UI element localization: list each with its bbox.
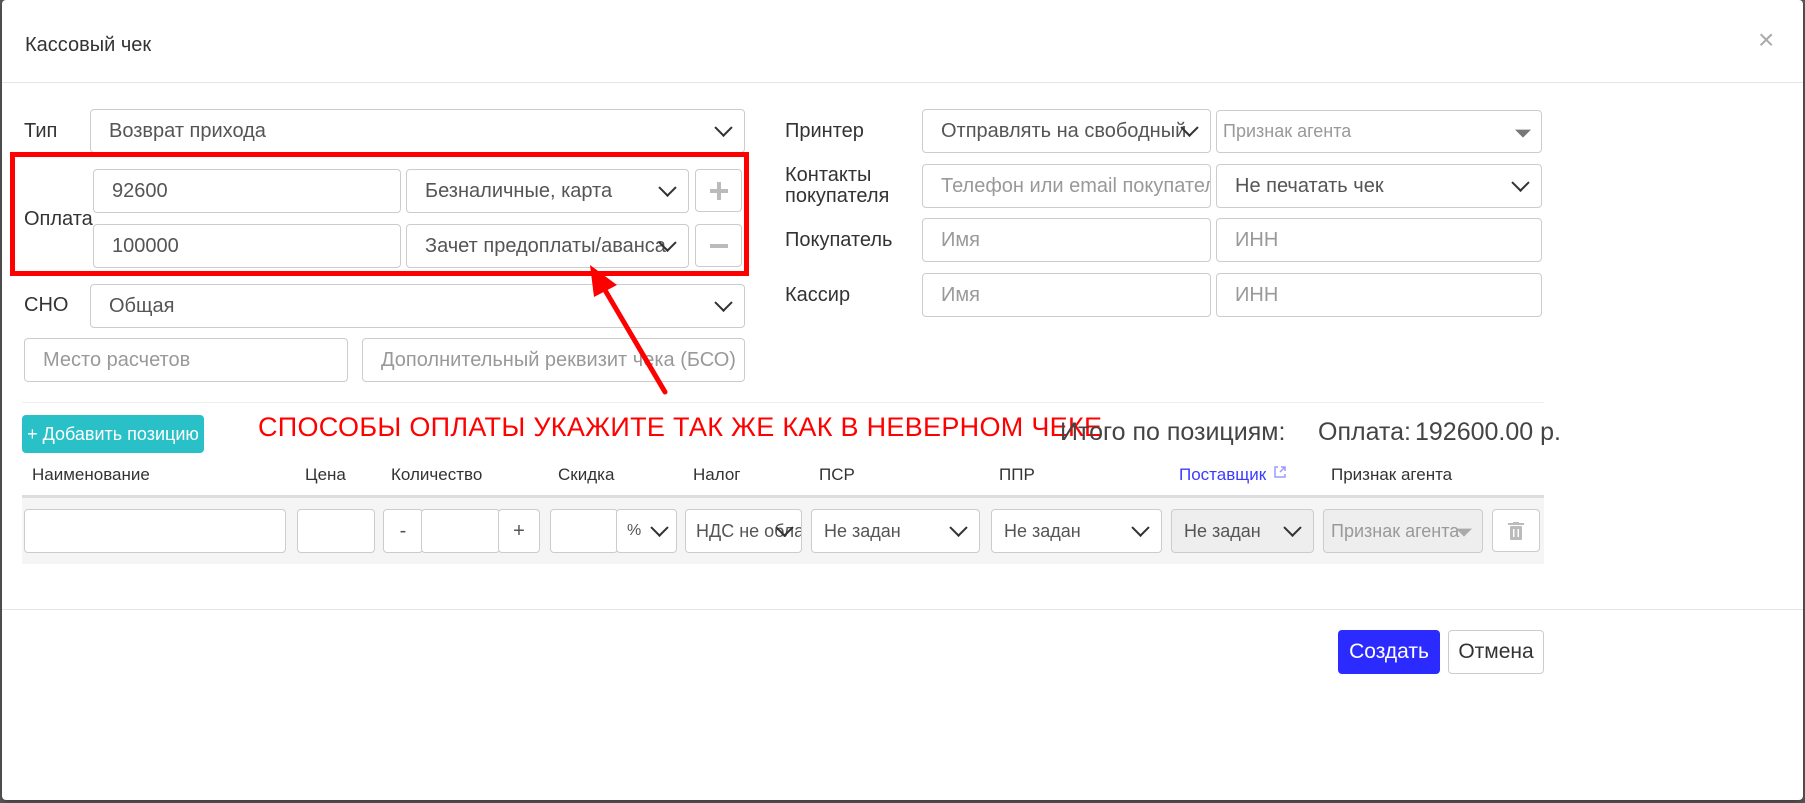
col-supplier-link[interactable]: Поставщик [1179, 465, 1287, 485]
caret-down-icon [1456, 528, 1472, 537]
supplier-select[interactable]: Не задан [1171, 509, 1314, 553]
dialog-title: Кассовый чек [25, 34, 152, 56]
printer-label: Принтер [785, 120, 864, 142]
buyer-label: Покупатель [785, 229, 893, 251]
delete-position-button[interactable] [1492, 509, 1540, 552]
contacts-label: Контакты покупателя [785, 164, 890, 207]
place-of-settlement-input[interactable]: Место расчетов [24, 338, 348, 382]
buyer-inn-input[interactable]: ИНН [1216, 218, 1542, 262]
payment-total-value: 192600.00 р. [1415, 418, 1561, 446]
totals-label: Итого по позициям: [1060, 418, 1286, 446]
col-psr: ПСР [819, 465, 855, 484]
col-agent-sign: Признак агента [1331, 465, 1453, 484]
create-button[interactable]: Создать [1338, 630, 1440, 674]
position-name-input[interactable] [24, 509, 286, 553]
cash-receipt-dialog: Кассовый чек × Тип Возврат прихода Оплат… [2, 0, 1803, 800]
annotation-text: СПОСОБЫ ОПЛАТЫ УКАЖИТЕ ТАК ЖЕ КАК В НЕВЕ… [258, 412, 1103, 442]
payment-method-1[interactable]: Безналичные, карта [406, 169, 689, 213]
col-quantity: Количество [391, 465, 483, 484]
cancel-button[interactable]: Отмена [1448, 630, 1544, 674]
footer-divider [2, 609, 1803, 610]
remove-payment-button[interactable] [695, 224, 742, 267]
chevron-down-icon [949, 518, 968, 537]
cashier-name-input[interactable]: Имя [922, 273, 1211, 317]
plus-icon [709, 181, 728, 200]
agent-sign-select[interactable]: Признак агента [1216, 110, 1542, 153]
row-agent-sign-select[interactable]: Признак агента [1323, 509, 1483, 553]
cashier-inn-input[interactable]: ИНН [1216, 273, 1542, 317]
col-price: Цена [305, 465, 346, 484]
print-receipt-select[interactable]: Не печатать чек [1216, 164, 1542, 208]
buyer-contacts-input[interactable]: Телефон или email покупателя [922, 164, 1211, 208]
col-tax: Налог [693, 465, 741, 484]
quantity-decrement-button[interactable]: - [383, 509, 423, 553]
col-ppr: ППР [999, 465, 1035, 484]
add-position-button[interactable]: + Добавить позицию [22, 415, 204, 453]
sno-label: СНО [24, 294, 69, 316]
chevron-down-icon [1283, 518, 1302, 537]
annotation-arrow-icon [590, 265, 668, 395]
type-select[interactable]: Возврат прихода [90, 109, 745, 153]
cashier-label: Кассир [785, 284, 851, 306]
chevron-down-icon [714, 293, 733, 312]
tax-select[interactable]: НДС не облагается [685, 509, 802, 553]
chevron-down-icon [1511, 173, 1530, 192]
caret-down-icon [1515, 129, 1531, 138]
col-discount: Скидка [558, 465, 615, 484]
chevron-down-icon [714, 118, 733, 137]
minus-icon [709, 243, 728, 248]
discount-unit-select[interactable]: % [616, 509, 677, 553]
printer-select[interactable]: Отправлять на свободный [922, 109, 1211, 153]
psr-select[interactable]: Не задан [811, 509, 980, 553]
chevron-down-icon [650, 518, 669, 537]
header-divider [2, 82, 1803, 83]
add-payment-button[interactable] [695, 169, 742, 212]
payment-amount-1[interactable]: 92600 [93, 169, 401, 213]
quantity-increment-button[interactable]: + [498, 509, 540, 553]
discount-input[interactable] [550, 509, 618, 553]
payment-total-label: Оплата: [1318, 418, 1411, 446]
col-name: Наименование [32, 465, 150, 484]
chevron-down-icon [658, 178, 677, 197]
chevron-down-icon [1131, 518, 1150, 537]
extra-requisite-input[interactable]: Дополнительный реквизит чека (БСО) [362, 338, 745, 382]
ppr-select[interactable]: Не задан [991, 509, 1162, 553]
payment-amount-2[interactable]: 100000 [93, 224, 401, 268]
trash-icon [1508, 521, 1524, 540]
external-link-icon [1274, 466, 1286, 478]
type-label: Тип [24, 120, 58, 142]
payment-label: Оплата [24, 208, 93, 230]
close-icon[interactable]: × [1758, 26, 1774, 54]
section-divider [22, 402, 1544, 403]
position-price-input[interactable] [297, 509, 375, 553]
buyer-name-input[interactable]: Имя [922, 218, 1211, 262]
quantity-input[interactable] [421, 509, 500, 553]
